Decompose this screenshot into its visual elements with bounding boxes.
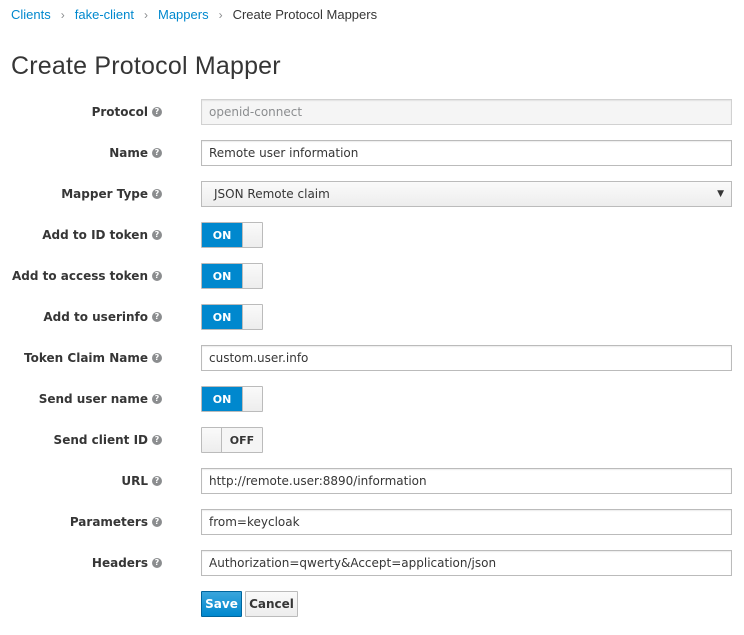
send-user-name-label: Send user name ? [39, 386, 162, 412]
toggle-state: ON [202, 305, 242, 329]
toggle-state: OFF [222, 428, 262, 452]
send-user-name-label-text: Send user name [38, 392, 148, 406]
parameters-field[interactable] [201, 509, 732, 535]
toggle-state: ON [202, 387, 242, 411]
breadcrumb-separator-icon: › [60, 7, 65, 22]
add-to-access-token-label-text: Add to access token [11, 269, 148, 283]
send-user-name-row: Send user name ? ON [0, 386, 744, 412]
help-icon[interactable]: ? [152, 148, 162, 158]
token-claim-name-row: Token Claim Name ? [0, 345, 744, 371]
add-to-userinfo-label-text: Add to userinfo [43, 310, 148, 324]
mapper-type-label: Mapper Type ? [61, 181, 162, 207]
add-to-access-token-label: Add to access token ? [12, 263, 162, 289]
url-field[interactable] [201, 468, 732, 494]
token-claim-name-field[interactable] [201, 345, 732, 371]
mapper-type-label-text: Mapper Type [61, 187, 148, 201]
add-to-id-token-label: Add to ID token ? [42, 222, 162, 248]
name-label-text: Name [109, 146, 148, 160]
breadcrumb-clients-link[interactable]: Clients [11, 7, 51, 22]
protocol-label-text: Protocol [91, 105, 148, 119]
add-to-id-token-row: Add to ID token ? ON [0, 222, 744, 248]
token-claim-name-label: Token Claim Name ? [24, 345, 162, 371]
protocol-label: Protocol ? [92, 99, 162, 125]
breadcrumb-client-link[interactable]: fake-client [75, 7, 134, 22]
mapper-type-value: JSON Remote claim [214, 187, 330, 201]
toggle-knob [242, 387, 262, 411]
toggle-knob [242, 264, 262, 288]
help-icon[interactable]: ? [152, 558, 162, 568]
help-icon[interactable]: ? [152, 517, 162, 527]
send-client-id-toggle[interactable]: OFF [201, 427, 263, 453]
help-icon[interactable]: ? [152, 312, 162, 322]
breadcrumb-mappers-link[interactable]: Mappers [158, 7, 209, 22]
protocol-row: Protocol ? [0, 99, 744, 125]
toggle-state: ON [202, 223, 242, 247]
headers-field[interactable] [201, 550, 732, 576]
breadcrumb-separator-icon: › [144, 7, 148, 22]
send-client-id-label-text: Send client ID [53, 433, 148, 447]
headers-label-text: Headers [91, 556, 148, 570]
add-to-access-token-row: Add to access token ? ON [0, 263, 744, 289]
toggle-state: ON [202, 264, 242, 288]
breadcrumb-separator-icon: › [218, 7, 223, 22]
add-to-id-token-toggle[interactable]: ON [201, 222, 263, 248]
url-label-text: URL [121, 474, 148, 488]
add-to-userinfo-toggle[interactable]: ON [201, 304, 263, 330]
toggle-knob [242, 223, 262, 247]
add-to-access-token-toggle[interactable]: ON [201, 263, 263, 289]
url-label: URL ? [121, 468, 162, 494]
help-icon[interactable]: ? [152, 271, 162, 281]
name-field[interactable] [201, 140, 732, 166]
add-to-id-token-label-text: Add to ID token [42, 228, 148, 242]
breadcrumb: Clients › fake-client › Mappers › Create… [11, 7, 377, 22]
name-label: Name ? [109, 140, 162, 166]
toggle-knob [202, 428, 222, 452]
name-row: Name ? [0, 140, 744, 166]
add-to-userinfo-row: Add to userinfo ? ON [0, 304, 744, 330]
mapper-type-select[interactable]: JSON Remote claim ▼ [201, 181, 732, 207]
headers-label: Headers ? [92, 550, 162, 576]
save-button[interactable]: Save [201, 591, 242, 617]
help-icon[interactable]: ? [152, 394, 162, 404]
cancel-button[interactable]: Cancel [245, 591, 298, 617]
protocol-field [201, 99, 732, 125]
parameters-label: Parameters ? [70, 509, 162, 535]
page-title: Create Protocol Mapper [11, 52, 281, 80]
toggle-knob [242, 305, 262, 329]
help-icon[interactable]: ? [152, 435, 162, 445]
send-user-name-toggle[interactable]: ON [201, 386, 263, 412]
help-icon[interactable]: ? [152, 189, 162, 199]
headers-row: Headers ? [0, 550, 744, 576]
parameters-row: Parameters ? [0, 509, 744, 535]
caret-down-icon: ▼ [717, 189, 724, 199]
mapper-type-row: Mapper Type ? JSON Remote claim ▼ [0, 181, 744, 207]
token-claim-name-label-text: Token Claim Name [24, 351, 148, 365]
help-icon[interactable]: ? [152, 107, 162, 117]
add-to-userinfo-label: Add to userinfo ? [43, 304, 162, 330]
help-icon[interactable]: ? [152, 353, 162, 363]
parameters-label-text: Parameters [69, 515, 148, 529]
send-client-id-row: Send client ID ? OFF [0, 427, 744, 453]
send-client-id-label: Send client ID ? [54, 427, 162, 453]
help-icon[interactable]: ? [152, 230, 162, 240]
breadcrumb-current: Create Protocol Mappers [232, 7, 378, 22]
help-icon[interactable]: ? [152, 476, 162, 486]
url-row: URL ? [0, 468, 744, 494]
